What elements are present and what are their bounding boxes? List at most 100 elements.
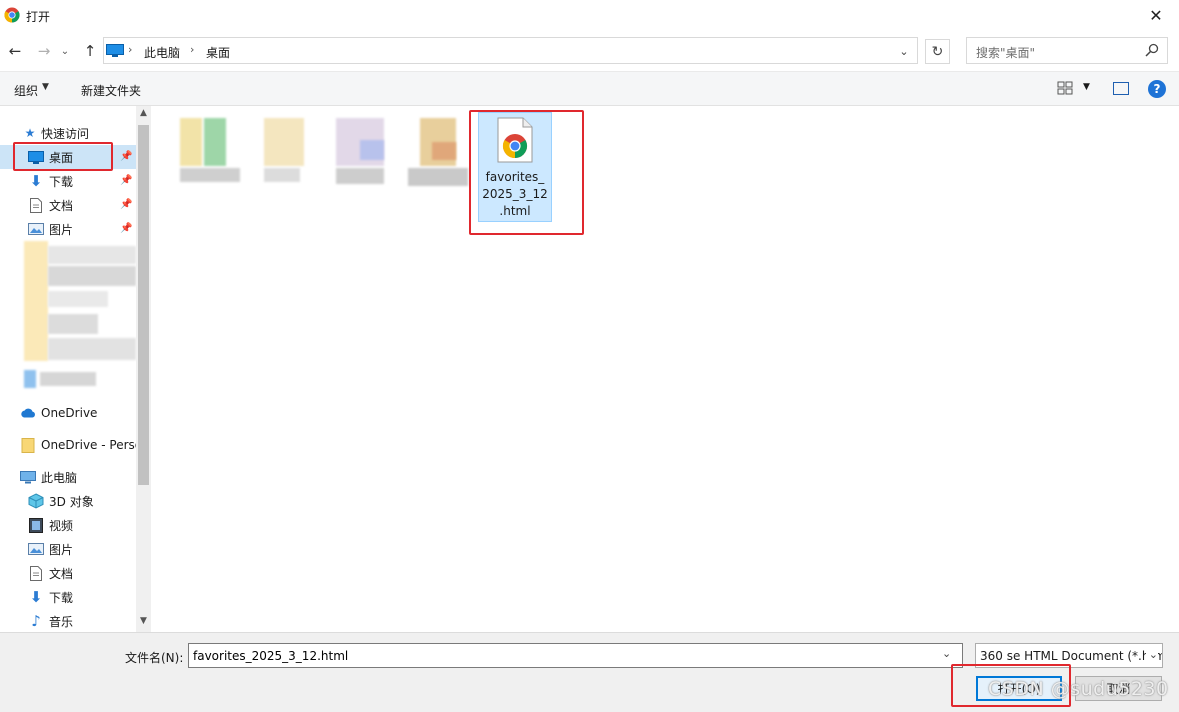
nav-label: 图片 bbox=[49, 222, 74, 237]
chevron-down-icon[interactable]: ⌄ bbox=[1145, 648, 1158, 661]
refresh-icon[interactable]: ↻ bbox=[925, 39, 950, 64]
search-icon bbox=[1145, 43, 1159, 57]
nav-item-videos[interactable]: 视频 bbox=[0, 513, 136, 537]
star-pin-icon: ★ bbox=[24, 126, 36, 140]
breadcrumb-this-pc[interactable]: 此电脑 bbox=[144, 44, 180, 61]
folder-icon bbox=[20, 437, 36, 453]
download-icon: ⬇ bbox=[29, 588, 43, 606]
nav-label: 3D 对象 bbox=[49, 494, 94, 509]
scroll-up-icon[interactable]: ▲ bbox=[136, 108, 151, 122]
nav-scrollbar-thumb[interactable] bbox=[138, 125, 149, 485]
chevron-down-icon[interactable]: ⌄ bbox=[942, 647, 951, 660]
blurred-label bbox=[48, 246, 136, 264]
watermark-text: CSDN @sudu5230 bbox=[988, 678, 1169, 700]
back-arrow-icon[interactable]: ← bbox=[5, 41, 25, 61]
blurred-file-icon bbox=[432, 142, 456, 160]
nav-item-downloads[interactable]: ⬇ 下载 📌 bbox=[0, 169, 136, 193]
title-bar: 打开 ✕ bbox=[0, 0, 1179, 31]
pictures-icon bbox=[28, 221, 44, 237]
download-icon: ⬇ bbox=[29, 172, 43, 190]
pin-icon: 📌 bbox=[120, 199, 133, 210]
new-folder-button[interactable]: 新建文件夹 bbox=[81, 82, 141, 99]
command-toolbar: 组织 ▼ 新建文件夹 ▼ ? bbox=[0, 71, 1179, 106]
nav-item-documents[interactable]: 文档 📌 bbox=[0, 193, 136, 217]
blurred-folder-icons bbox=[24, 241, 48, 361]
breadcrumb-desktop[interactable]: 桌面 bbox=[206, 44, 230, 61]
nav-item-3d-objects[interactable]: 3D 对象 bbox=[0, 489, 136, 513]
nav-label: OneDrive bbox=[41, 406, 98, 420]
nav-item-pictures[interactable]: 图片 📌 bbox=[0, 217, 136, 241]
nav-label: 文档 bbox=[49, 566, 74, 581]
forward-arrow-icon[interactable]: → bbox=[34, 41, 54, 61]
close-button[interactable]: ✕ bbox=[1133, 0, 1179, 31]
breadcrumb-separator: › bbox=[128, 43, 133, 56]
blurred-file-label bbox=[180, 168, 240, 182]
nav-label: OneDrive - Perso bbox=[41, 438, 143, 452]
video-icon bbox=[28, 517, 44, 533]
cloud-icon bbox=[20, 405, 36, 421]
scroll-down-icon[interactable]: ▼ bbox=[136, 616, 151, 630]
blurred-label bbox=[48, 266, 136, 286]
navigation-pane: ★ 快速访问 桌面 📌 ⬇ 下载 📌 文档 📌 图片 📌 OneDrive On… bbox=[0, 106, 151, 632]
nav-label: 快速访问 bbox=[41, 126, 90, 141]
address-row: ← → ⌄ ↑ › 此电脑 › 桌面 ⌄ ↻ 搜索"桌面" bbox=[0, 31, 1179, 71]
chevron-down-icon[interactable]: ⌄ bbox=[894, 41, 914, 61]
nav-item-documents-pc[interactable]: 文档 bbox=[0, 561, 136, 585]
nav-label: 下载 bbox=[49, 590, 74, 605]
blurred-label bbox=[48, 314, 98, 334]
nav-item-downloads-pc[interactable]: ⬇ 下载 bbox=[0, 585, 136, 609]
caret-down-icon[interactable]: ▼ bbox=[1083, 82, 1090, 92]
address-bar[interactable]: › 此电脑 › 桌面 ⌄ bbox=[103, 37, 918, 64]
recent-locations-chevron-icon[interactable]: ⌄ bbox=[58, 41, 72, 61]
blurred-icon bbox=[24, 370, 36, 388]
document-icon bbox=[28, 565, 44, 581]
this-pc-icon bbox=[20, 469, 36, 485]
nav-item-onedrive[interactable]: OneDrive bbox=[0, 401, 136, 425]
filename-label: 文件名(N): bbox=[125, 651, 184, 665]
pin-icon: 📌 bbox=[120, 151, 133, 162]
up-arrow-icon[interactable]: ↑ bbox=[80, 41, 100, 61]
caret-down-icon[interactable]: ▼ bbox=[42, 82, 49, 92]
preview-pane-icon[interactable] bbox=[1113, 82, 1129, 95]
blurred-file-icon bbox=[204, 118, 226, 166]
blurred-file-label bbox=[336, 168, 384, 184]
document-icon bbox=[28, 197, 44, 213]
highlight-box-file bbox=[469, 110, 584, 235]
blurred-label bbox=[40, 372, 96, 386]
window-title: 打开 bbox=[26, 10, 51, 24]
file-type-value: 360 se HTML Document (*.htm bbox=[980, 649, 1163, 663]
music-icon: ♪ bbox=[31, 612, 41, 630]
nav-item-music[interactable]: ♪ 音乐 bbox=[0, 609, 136, 632]
nav-label: 文档 bbox=[49, 198, 74, 213]
nav-label: 图片 bbox=[49, 542, 74, 557]
chrome-icon bbox=[4, 7, 20, 23]
nav-item-pictures-pc[interactable]: 图片 bbox=[0, 537, 136, 561]
nav-label: 视频 bbox=[49, 518, 74, 533]
blurred-label bbox=[48, 291, 108, 307]
pin-icon: 📌 bbox=[120, 175, 133, 186]
this-pc-icon bbox=[106, 44, 124, 57]
organize-button[interactable]: 组织 bbox=[14, 82, 38, 99]
3d-objects-icon bbox=[28, 493, 44, 509]
nav-item-onedrive-personal[interactable]: OneDrive - Perso bbox=[0, 433, 142, 457]
nav-label: 此电脑 bbox=[41, 470, 78, 485]
blurred-file-label bbox=[408, 168, 468, 186]
nav-label: 下载 bbox=[49, 174, 74, 189]
blurred-label bbox=[48, 338, 136, 360]
help-icon[interactable]: ? bbox=[1148, 80, 1166, 98]
filename-input[interactable] bbox=[188, 643, 963, 668]
view-options-icon[interactable] bbox=[1057, 80, 1073, 96]
blurred-file-icon bbox=[180, 118, 202, 166]
nav-label: 音乐 bbox=[49, 614, 74, 629]
pin-icon: 📌 bbox=[120, 223, 133, 234]
pictures-icon bbox=[28, 541, 44, 557]
blurred-file-icon bbox=[360, 140, 384, 160]
search-input[interactable]: 搜索"桌面" bbox=[966, 37, 1168, 64]
breadcrumb-separator: › bbox=[190, 43, 195, 56]
blurred-file-icon bbox=[264, 118, 304, 166]
file-list-area[interactable] bbox=[151, 106, 1179, 632]
search-placeholder: 搜索"桌面" bbox=[976, 46, 1036, 60]
blurred-file-label bbox=[264, 168, 300, 182]
highlight-box-desktop bbox=[13, 142, 113, 171]
nav-item-this-pc[interactable]: 此电脑 bbox=[0, 465, 136, 489]
